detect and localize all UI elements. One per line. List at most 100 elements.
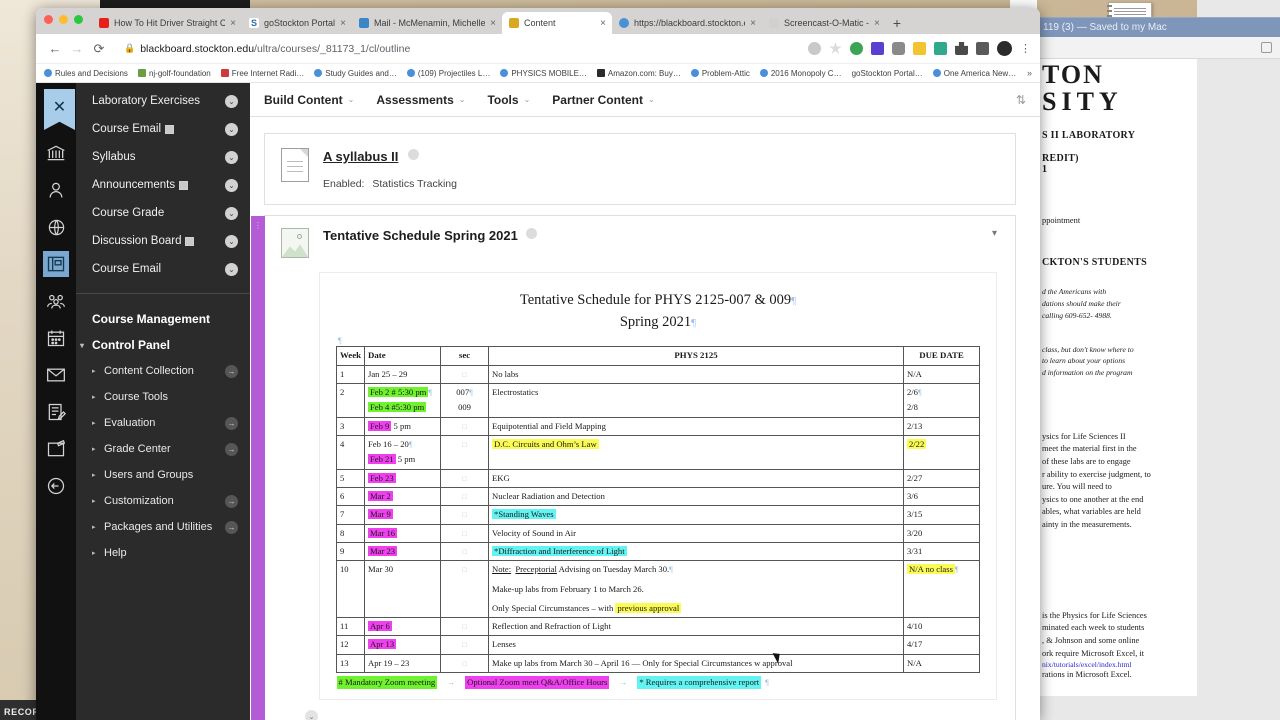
chevron-right-icon[interactable]: ▸ [92, 523, 96, 531]
chevron-down-icon[interactable]: ▾ [80, 341, 84, 350]
chevron-right-icon[interactable]: ▸ [92, 367, 96, 375]
zoom-icon[interactable] [808, 42, 821, 55]
maximize-window-button[interactable] [74, 15, 83, 24]
tab-close-icon[interactable]: × [490, 18, 496, 29]
sidebar-item-course-email-2[interactable]: Course Email ⌄ [76, 255, 250, 283]
grades-icon[interactable] [43, 399, 69, 425]
sort-order-icon[interactable]: ⇅ [1016, 93, 1026, 107]
expand-arrow-icon[interactable]: → [225, 416, 238, 430]
sidebar-item-syllabus[interactable]: Syllabus ⌄ [76, 143, 250, 171]
sidebar-item-customization[interactable]: ▸ Customization → [76, 488, 250, 514]
finder-view-icon[interactable] [1261, 42, 1272, 53]
chevron-right-icon[interactable]: ▸ [92, 419, 96, 427]
drag-handle-icon[interactable]: ⋮ [254, 221, 262, 233]
collapse-caret-icon[interactable]: ▾ [992, 228, 999, 239]
tab-close-icon[interactable]: × [874, 18, 880, 29]
finder-window-toolbar[interactable] [1037, 37, 1280, 59]
sidebar-item-grade-center[interactable]: ▸ Grade Center → [76, 436, 250, 462]
chevron-down-icon[interactable]: ⌄ [225, 178, 238, 192]
sidebar-item-laboratory-exercises[interactable]: Laboratory Exercises ⌄ [76, 87, 250, 115]
calendar-icon[interactable] [43, 325, 69, 351]
chevron-right-icon[interactable]: ▸ [92, 445, 96, 453]
forward-button[interactable]: → [66, 41, 88, 56]
bookmark-item[interactable]: 2016 Monopoly C… [759, 69, 842, 78]
minimize-window-button[interactable] [59, 15, 68, 24]
sidebar-item-packages-and-utilities[interactable]: ▸ Packages and Utilities → [76, 514, 250, 540]
sidebar-item-course-email[interactable]: Course Email ⌄ [76, 115, 250, 143]
expand-arrow-icon[interactable]: → [225, 442, 238, 456]
sidebar-item-content-collection[interactable]: ▸ Content Collection → [76, 358, 250, 384]
extension-yellow-icon[interactable] [913, 42, 926, 55]
bookmark-item[interactable]: Study Guides and… [314, 69, 397, 78]
menu-kebab-icon[interactable]: ⋮ [1020, 42, 1031, 55]
courses-icon[interactable] [43, 251, 69, 277]
browser-tab-4[interactable]: https://blackboard.stockton.ed… × [612, 12, 763, 34]
browser-tab-2[interactable]: Mail - McMenamin, Michelle - × [352, 12, 503, 34]
assessments-menu[interactable]: Assessments ⌄ [376, 93, 465, 107]
extension-teal-icon[interactable] [934, 42, 947, 55]
expand-arrow-icon[interactable]: → [225, 494, 238, 508]
institution-icon[interactable] [43, 140, 69, 166]
sidebar-item-evaluation[interactable]: ▸ Evaluation → [76, 410, 250, 436]
sidebar-item-discussion-board[interactable]: Discussion Board ⌄ [76, 227, 250, 255]
tab-close-icon[interactable]: × [340, 18, 346, 29]
tab-close-icon[interactable]: × [750, 18, 756, 29]
extension-list-icon[interactable] [976, 42, 989, 55]
tab-close-icon[interactable]: × [230, 18, 236, 29]
extension-green-icon[interactable] [850, 42, 863, 55]
chevron-right-icon[interactable]: ▸ [92, 497, 96, 505]
sidebar-item-course-tools[interactable]: ▸ Course Tools [76, 384, 250, 410]
build-content-menu[interactable]: Build Content ⌄ [264, 93, 354, 107]
sidebar-item-users-and-groups[interactable]: ▸ Users and Groups [76, 462, 250, 488]
browser-tab-0[interactable]: How To Hit Driver Straight Co… × [92, 12, 243, 34]
tools-menu[interactable]: Tools ⌄ [487, 93, 530, 107]
extension-grey-icon[interactable] [892, 42, 905, 55]
bookmark-item[interactable]: One America New… [932, 69, 1016, 78]
background-document-window[interactable]: TON SITY S II LABORATORY REDIT) 1 ppoint… [1037, 59, 1197, 696]
reload-button[interactable]: ⟳ [88, 41, 110, 57]
chevron-down-icon[interactable]: ⌄ [225, 94, 238, 108]
bookmark-item[interactable]: Problem-Attic [690, 69, 750, 78]
syllabus-title-link[interactable]: A syllabus II [323, 149, 398, 164]
expand-arrow-icon[interactable]: → [225, 364, 238, 378]
close-window-button[interactable] [44, 15, 53, 24]
finder-window-titlebar[interactable]: 119 (3) — Saved to my Mac [1037, 17, 1280, 37]
add-content-below-button[interactable]: ⌄ [305, 710, 318, 720]
bookmark-item[interactable]: (109) Projectiles L… [406, 69, 490, 78]
bookmarks-overflow-icon[interactable]: » [1027, 68, 1032, 78]
tools-icon[interactable] [43, 436, 69, 462]
sidebar-item-course-grade[interactable]: Course Grade ⌄ [76, 199, 250, 227]
window-traffic-lights[interactable] [44, 15, 83, 24]
browser-tab-3-active[interactable]: Content × [502, 12, 612, 34]
tab-close-icon[interactable]: × [600, 18, 606, 29]
globe-icon[interactable] [43, 214, 69, 240]
back-button[interactable]: ← [44, 41, 66, 56]
groups-icon[interactable] [43, 288, 69, 314]
browser-tab-1[interactable]: S goStockton Portal × [242, 12, 353, 34]
profile-avatar[interactable] [997, 41, 1012, 56]
bookmark-item[interactable]: Rules and Decisions [44, 69, 128, 78]
chevron-right-icon[interactable]: ▸ [92, 549, 96, 557]
browser-tab-5[interactable]: Screencast-O-Matic - × [762, 12, 886, 34]
bookmark-item[interactable]: PHYSICS MOBILE… [500, 69, 587, 78]
address-bar[interactable]: 🔒 blackboard.stockton.edu/ultra/courses/… [116, 39, 802, 59]
chevron-down-icon[interactable]: ⌄ [225, 150, 238, 164]
control-panel-heading[interactable]: ▾ Control Panel [76, 332, 250, 358]
chevron-right-icon[interactable]: ▸ [92, 471, 96, 479]
expand-arrow-icon[interactable]: → [225, 520, 238, 534]
sidebar-item-announcements[interactable]: Announcements ⌄ [76, 171, 250, 199]
chevron-down-icon[interactable]: ⌄ [225, 206, 238, 220]
profile-icon[interactable] [43, 177, 69, 203]
bookmark-item[interactable]: Amazon.com: Buy… [596, 69, 681, 78]
bookmark-item[interactable]: Free Internet Radi… [220, 69, 304, 78]
messages-icon[interactable] [43, 362, 69, 388]
sidebar-item-help[interactable]: ▸ Help [76, 540, 250, 566]
extension-grammarly-icon[interactable] [871, 42, 884, 55]
chevron-right-icon[interactable]: ▸ [92, 393, 96, 401]
item-context-menu-icon[interactable] [407, 149, 419, 160]
signout-icon[interactable] [43, 473, 69, 499]
bookmark-item[interactable]: nj-golf-foundation [137, 69, 211, 78]
bookmark-item[interactable]: goStockton Portal… [852, 69, 923, 78]
new-tab-button[interactable]: + [893, 15, 901, 31]
chevron-down-icon[interactable]: ⌄ [225, 262, 238, 276]
